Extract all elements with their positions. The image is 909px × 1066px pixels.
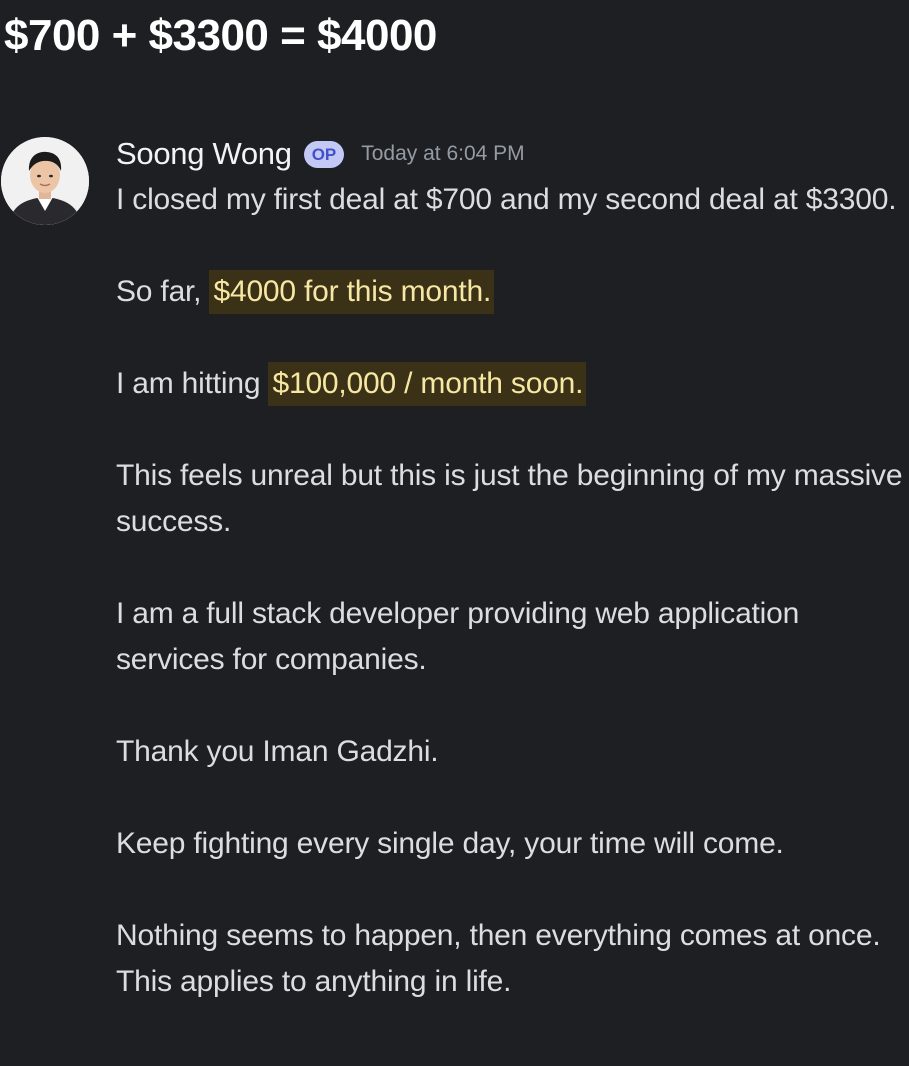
message-content: I closed my first deal at $700 and my se… bbox=[116, 177, 906, 1005]
avatar[interactable] bbox=[1, 137, 89, 225]
post-title: $700 + $3300 = $4000 bbox=[4, 11, 437, 60]
highlighted-text: $100,000 / month soon. bbox=[268, 362, 587, 406]
message-paragraph: I closed my first deal at $700 and my se… bbox=[116, 183, 897, 216]
message-paragraph: This feels unreal but this is just the b… bbox=[116, 459, 903, 538]
author-name[interactable]: Soong Wong bbox=[116, 136, 292, 172]
message-header: Soong Wong OP Today at 6:04 PM bbox=[116, 134, 525, 174]
paragraph-text: So far, bbox=[116, 275, 210, 308]
message-paragraph: I am hitting $100,000 / month soon. bbox=[116, 361, 906, 407]
highlighted-text: $4000 for this month. bbox=[209, 270, 495, 314]
message-paragraph: I am a full stack developer providing we… bbox=[116, 597, 800, 676]
paragraph-text: I am hitting bbox=[116, 367, 269, 400]
message-paragraph: Keep fighting every single day, your tim… bbox=[116, 827, 784, 860]
message-paragraph: Nothing seems to happen, then everything… bbox=[116, 919, 881, 998]
message-timestamp[interactable]: Today at 6:04 PM bbox=[361, 142, 524, 166]
message-paragraph: So far, $4000 for this month. bbox=[116, 269, 906, 315]
message-paragraph: Thank you Iman Gadzhi. bbox=[116, 735, 439, 768]
op-badge: OP bbox=[303, 140, 345, 168]
